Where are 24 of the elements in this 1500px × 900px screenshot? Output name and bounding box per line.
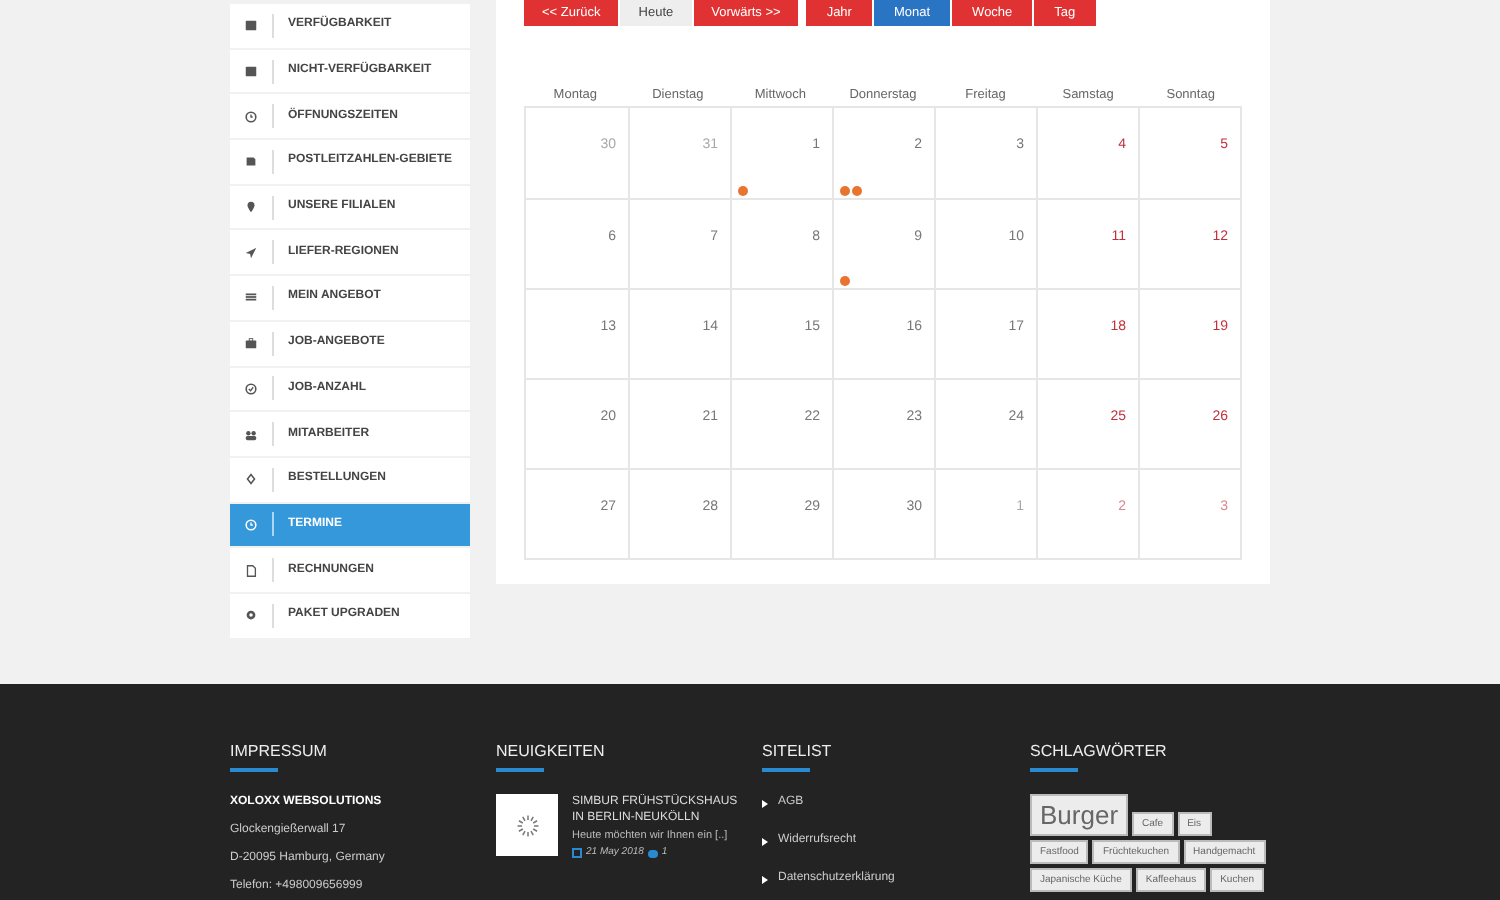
arrow-icon [244,245,258,260]
bullet-icon [762,837,768,845]
clock-icon [244,517,258,532]
document-icon [244,563,258,578]
briefcase-icon [244,336,258,351]
clock-icon [244,109,258,124]
check-circle-icon [244,381,258,396]
heading-underline [496,768,544,772]
map-pin-icon [244,200,258,215]
footer-heading: NEUIGKEITEN [496,742,607,762]
heading-underline [762,768,810,772]
people-icon [244,427,258,442]
heading-underline [230,768,278,772]
comment-icon [647,849,658,858]
tag[interactable]: Burger [1030,794,1129,836]
footer-heading: IMPRESSUM [230,742,329,762]
footer-heading: SCHLAGWÖRTER [1030,742,1169,762]
list-icon [244,290,258,305]
footer-heading: SITELIST [762,742,834,762]
bullet-icon [762,799,768,807]
heading-underline [1030,768,1078,772]
bullet-icon [762,875,768,883]
diamond-icon [244,472,258,487]
spinner-icon [515,813,539,837]
